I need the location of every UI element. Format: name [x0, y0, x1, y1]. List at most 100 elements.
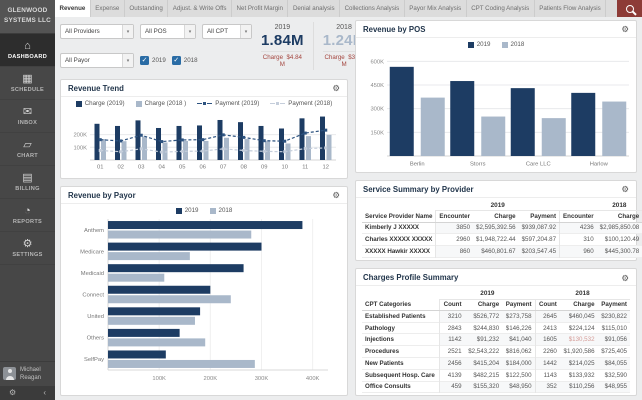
sidebar-item-inbox[interactable]: ✉INBOX — [0, 100, 55, 133]
table-row: Subsequent Hosp. Care4139$482,215$122,50… — [362, 369, 630, 381]
legend-marker — [468, 42, 474, 48]
checkbox-checked-icon: ✓ — [172, 56, 181, 65]
tab-revenue[interactable]: Revenue — [55, 0, 91, 17]
pos-select[interactable]: All POS ▾ — [140, 24, 196, 39]
user-name: Michael Reagan — [20, 366, 52, 382]
settings-icon: ⚙ — [23, 239, 33, 250]
sidebar-item-label: CHART — [17, 153, 38, 159]
revenue-trend-panel: Revenue Trend ⚙ Charge (2019)Charge (201… — [60, 79, 348, 179]
filter-kpi-bar: All Providers ▾ All POS ▾ All CPT ▾ — [60, 20, 348, 72]
app-window: GLENWOOD SYSTEMS LLC ⌂DASHBOARD▦SCHEDULE… — [0, 0, 642, 400]
avatar — [3, 367, 16, 380]
sidebar-item-chart[interactable]: ▱CHART — [0, 133, 55, 166]
chevron-down-icon: ▾ — [122, 54, 133, 67]
gear-icon[interactable]: ⚙ — [621, 25, 629, 34]
svg-text:08: 08 — [241, 165, 247, 171]
gear-icon[interactable]: ⚙ — [621, 185, 629, 194]
svg-text:02: 02 — [118, 165, 124, 171]
svg-text:Care LLC: Care LLC — [526, 162, 551, 168]
year-2019-checkbox[interactable]: ✓ 2019 — [140, 56, 166, 65]
tab-net-profit-margin[interactable]: Net Profit Margin — [232, 0, 288, 17]
svg-text:Anthem: Anthem — [84, 228, 104, 234]
revenue-trend-chart: 100K200K010203040506070809101112 — [61, 108, 347, 178]
legend-marker — [502, 42, 508, 48]
company-name: GLENWOOD SYSTEMS LLC — [0, 0, 55, 34]
table-row: Pathology2843$244,830$146,2262413$224,12… — [362, 322, 630, 334]
tab-cpt-coding-analysis[interactable]: CPT Coding Analysis — [467, 0, 535, 17]
pos-select-value: All POS — [141, 28, 167, 35]
main-area: RevenueExpenseOutstandingAdjust. & Write… — [55, 0, 642, 400]
year-2018-label: 2018 — [184, 57, 198, 64]
chevron-down-icon: ▾ — [240, 25, 251, 38]
year-2018-checkbox[interactable]: ✓ 2018 — [172, 56, 198, 65]
gear-icon[interactable]: ⚙ — [332, 191, 340, 200]
svg-text:Berlin: Berlin — [410, 162, 425, 168]
legend-item: Payment (2018) — [270, 100, 332, 107]
tab-collections-analysis[interactable]: Collections Analysis — [340, 0, 405, 17]
sidebar-item-reports[interactable]: ◔REPORTS — [0, 199, 55, 232]
search-icon — [626, 5, 634, 13]
svg-text:300K: 300K — [370, 107, 384, 113]
charges-profile-table: 20192018CPT CategoriesCountChargePayment… — [356, 286, 636, 397]
svg-text:400K: 400K — [306, 376, 320, 382]
svg-text:Connect: Connect — [82, 293, 104, 299]
inbox-icon: ✉ — [23, 107, 32, 118]
year-2019-label: 2019 — [152, 57, 166, 64]
sidebar-item-billing[interactable]: ▤BILLING — [0, 166, 55, 199]
gear-icon[interactable]: ⚙ — [332, 84, 340, 93]
tab-patients-flow-analysis[interactable]: Patients Flow Analysis — [535, 0, 607, 17]
panel-title: Service Summary by Provider — [363, 185, 474, 194]
gear-icon[interactable]: ⚙ — [621, 274, 629, 283]
panel-title: Revenue by Payor — [68, 191, 136, 200]
payor-select[interactable]: All Payor ▾ — [60, 53, 134, 68]
table-row: Injections1142$91,232$41,0401605$130,532… — [362, 334, 630, 346]
reports-icon: ◔ — [24, 206, 31, 217]
charges-profile-panel: Charges Profile Summary ⚙ 20192018CPT Ca… — [355, 268, 637, 396]
filters: All Providers ▾ All POS ▾ All CPT ▾ — [60, 22, 252, 70]
revenue-by-payor-panel: Revenue by Payor ⚙ 20192018 100K200K300K… — [60, 186, 348, 396]
payor-select-value: All Payor — [61, 57, 90, 64]
sidebar-item-dashboard[interactable]: ⌂DASHBOARD — [0, 34, 55, 67]
tab-expense[interactable]: Expense — [91, 0, 125, 17]
tab-adjust-write-offs[interactable]: Adjust. & Write Offs — [168, 0, 232, 17]
tab-denial-analysis[interactable]: Denial analysis — [288, 0, 340, 17]
cpt-select[interactable]: All CPT ▾ — [202, 24, 252, 39]
sidebar-item-label: SETTINGS — [12, 252, 42, 258]
svg-text:200K: 200K — [73, 133, 87, 139]
legend-marker — [76, 101, 82, 107]
svg-text:09: 09 — [261, 165, 267, 171]
checkbox-checked-icon: ✓ — [140, 56, 149, 65]
panel-title: Revenue by POS — [363, 25, 425, 34]
sidebar-item-schedule[interactable]: ▦SCHEDULE — [0, 67, 55, 100]
home-icon: ⌂ — [24, 41, 31, 52]
legend-item: Charge (2019) — [76, 100, 125, 107]
legend-item: 2018 — [210, 207, 233, 214]
gear-icon[interactable]: ⚙ — [9, 389, 16, 397]
legend-marker — [210, 208, 216, 214]
sidebar: GLENWOOD SYSTEMS LLC ⌂DASHBOARD▦SCHEDULE… — [0, 0, 55, 400]
tabs: RevenueExpenseOutstandingAdjust. & Write… — [55, 0, 617, 17]
chart-legend: Charge (2019)Charge (2018 )Payment (2019… — [61, 97, 347, 108]
svg-text:Others: Others — [87, 336, 104, 342]
user-profile[interactable]: Michael Reagan — [0, 361, 55, 386]
svg-text:Medicare: Medicare — [80, 249, 104, 255]
svg-text:Storrs: Storrs — [470, 162, 486, 168]
table-row: Office Consults459$155,320$48,950352$110… — [362, 381, 630, 393]
svg-text:Harlow: Harlow — [590, 162, 609, 168]
legend-marker — [176, 208, 182, 214]
tab-payor-mix-analysis[interactable]: Payor Mix Analysis — [405, 0, 467, 17]
table-row: Charles XXXXX XXXXX2960$1,948,722.44$597… — [362, 234, 642, 246]
service-summary-panel: Service Summary by Provider ⚙ 20192018Se… — [355, 180, 637, 261]
tab-outstanding[interactable]: Outstanding — [125, 0, 168, 17]
svg-text:06: 06 — [200, 165, 206, 171]
sidebar-item-settings[interactable]: ⚙ SETTINGS — [0, 232, 55, 265]
svg-text:200K: 200K — [204, 376, 218, 382]
calendar-icon: ▦ — [22, 74, 32, 85]
collapse-icon[interactable]: ‹ — [43, 389, 46, 397]
sidebar-footer: ⚙ ‹ — [0, 386, 55, 400]
search-button[interactable] — [617, 0, 642, 17]
kpi-charge: Charge $4.84 M — [261, 54, 304, 68]
kpi-value: 1.84M — [261, 32, 304, 52]
providers-select[interactable]: All Providers ▾ — [60, 24, 134, 39]
svg-text:12: 12 — [323, 165, 329, 171]
